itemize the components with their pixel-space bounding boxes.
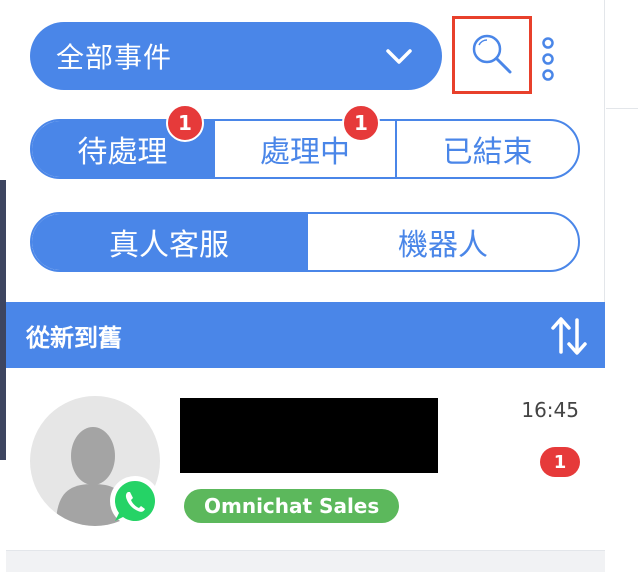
conversation-list-item[interactable]: Omnichat Sales 16:45 1	[6, 368, 605, 550]
sort-toggle-icon[interactable]	[549, 314, 589, 358]
tab-closed-label: 已結束	[442, 135, 533, 170]
search-icon	[472, 34, 512, 74]
tab-pending-label: 待處理	[77, 135, 168, 170]
pending-count-badge: 1	[166, 104, 204, 142]
tab-bot[interactable]: 機器人	[306, 214, 578, 270]
chevron-down-icon	[386, 49, 412, 64]
right-panel-edge	[606, 0, 638, 572]
status-tabs: 待處理 處理中 已結束 1 1	[30, 104, 580, 179]
more-options-icon[interactable]	[541, 36, 555, 82]
event-filter-dropdown[interactable]: 全部事件	[30, 22, 442, 90]
sort-bar[interactable]: 從新到舊	[6, 302, 605, 368]
tab-in-progress-label: 處理中	[260, 135, 350, 170]
sort-label: 從新到舊	[26, 323, 122, 352]
in-progress-count-badge: 1	[342, 104, 380, 142]
tab-closed[interactable]: 已結束	[395, 121, 578, 177]
next-list-item	[6, 550, 605, 572]
redacted-contact-name	[180, 398, 438, 473]
whatsapp-channel-badge	[110, 476, 160, 526]
event-filter-label: 全部事件	[56, 41, 173, 74]
channel-tag: Omnichat Sales	[184, 489, 400, 523]
tab-bot-label: 機器人	[398, 228, 488, 263]
message-time: 16:45	[521, 398, 579, 422]
unread-count-badge: 1	[540, 447, 580, 477]
tab-human-agent[interactable]: 真人客服	[32, 214, 306, 270]
conversation-panel: 全部事件 待處理 處理中 已結束 1 1 真人客服 機器人 從新到舊 Omnic…	[6, 0, 605, 572]
whatsapp-icon	[115, 481, 155, 521]
tab-human-agent-label: 真人客服	[109, 228, 229, 263]
search-button[interactable]	[452, 16, 532, 94]
agent-type-tabs: 真人客服 機器人	[30, 212, 580, 272]
